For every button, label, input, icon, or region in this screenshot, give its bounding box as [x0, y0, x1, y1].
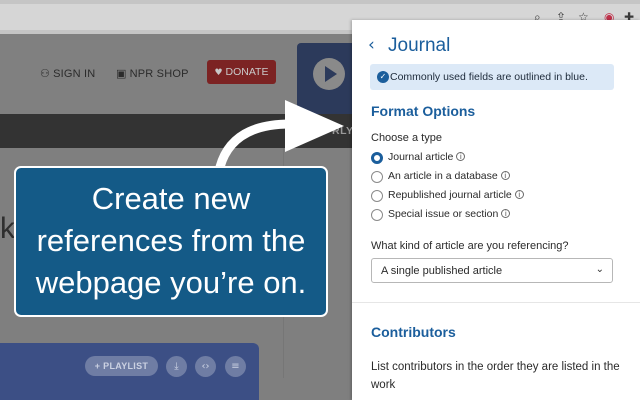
format-options-heading: Format Options	[371, 103, 476, 119]
heart-icon: ♥	[214, 68, 223, 78]
radio-unselected[interactable]	[371, 190, 383, 202]
callout-line-3: webpage you’re on.	[35, 265, 307, 300]
section-divider	[352, 302, 640, 303]
notice-text: Commonly used fields are outlined in blu…	[390, 71, 588, 83]
contributors-heading: Contributors	[371, 324, 456, 340]
playlist-button[interactable]: + PLAYLIST	[85, 356, 158, 376]
radio-unselected[interactable]	[371, 171, 383, 183]
user-icon: ⚇	[40, 67, 51, 80]
contributors-help-text: List contributors in the order they are …	[371, 361, 620, 391]
embed-icon[interactable]: ‹›	[195, 356, 216, 377]
info-icon[interactable]: i	[514, 190, 524, 199]
type-option-label: An article in a database	[388, 170, 498, 182]
chevron-down-icon: ⌄	[595, 264, 604, 275]
type-option-republished-article[interactable]: Republished journal article i	[371, 189, 591, 203]
sign-in-link[interactable]: ⚇ SIGN IN	[40, 67, 95, 80]
shop-link[interactable]: ▣ NPR SHOP	[116, 67, 189, 80]
radio-unselected[interactable]	[371, 209, 383, 221]
article-kind-value: A single published article	[381, 265, 503, 277]
type-option-special-issue[interactable]: Special issue or section i	[371, 208, 591, 222]
play-icon[interactable]	[313, 58, 345, 90]
citation-extension-panel: ‹ Journal ✓ Commonly used fields are out…	[352, 20, 640, 400]
feature-callout: Create new references from the webpage y…	[14, 166, 328, 317]
article-heading-fragment: k	[0, 212, 15, 245]
audio-card: + PLAYLIST ⤓ ‹› ≡	[0, 343, 259, 400]
transcript-icon[interactable]: ≡	[225, 356, 246, 377]
callout-line-1: Create new	[91, 181, 251, 216]
callout-line-2: references from the	[36, 223, 306, 258]
article-kind-select[interactable]: A single published article ⌄	[371, 258, 613, 283]
type-option-label: Republished journal article	[388, 189, 512, 201]
type-option-article-in-database[interactable]: An article in a database i	[371, 170, 591, 184]
donate-button[interactable]: ♥ DONATE	[207, 60, 276, 84]
info-icon[interactable]: i	[456, 152, 466, 161]
panel-title: Journal	[388, 35, 451, 56]
choose-type-label: Choose a type	[371, 132, 442, 144]
type-option-journal-article[interactable]: Journal article i	[371, 151, 591, 165]
info-icon[interactable]: i	[501, 209, 511, 218]
bag-icon: ▣	[116, 67, 127, 80]
info-icon[interactable]: i	[500, 171, 510, 180]
type-option-label: Journal article	[388, 151, 454, 163]
article-kind-label: What kind of article are you referencing…	[371, 240, 569, 252]
type-option-label: Special issue or section	[388, 208, 499, 220]
radio-selected[interactable]	[371, 152, 383, 164]
check-circle-icon: ✓	[377, 71, 389, 83]
back-arrow-icon[interactable]: ‹	[368, 35, 375, 55]
info-notice: ✓ Commonly used fields are outlined in b…	[370, 64, 614, 90]
download-icon[interactable]: ⤓	[166, 356, 187, 377]
